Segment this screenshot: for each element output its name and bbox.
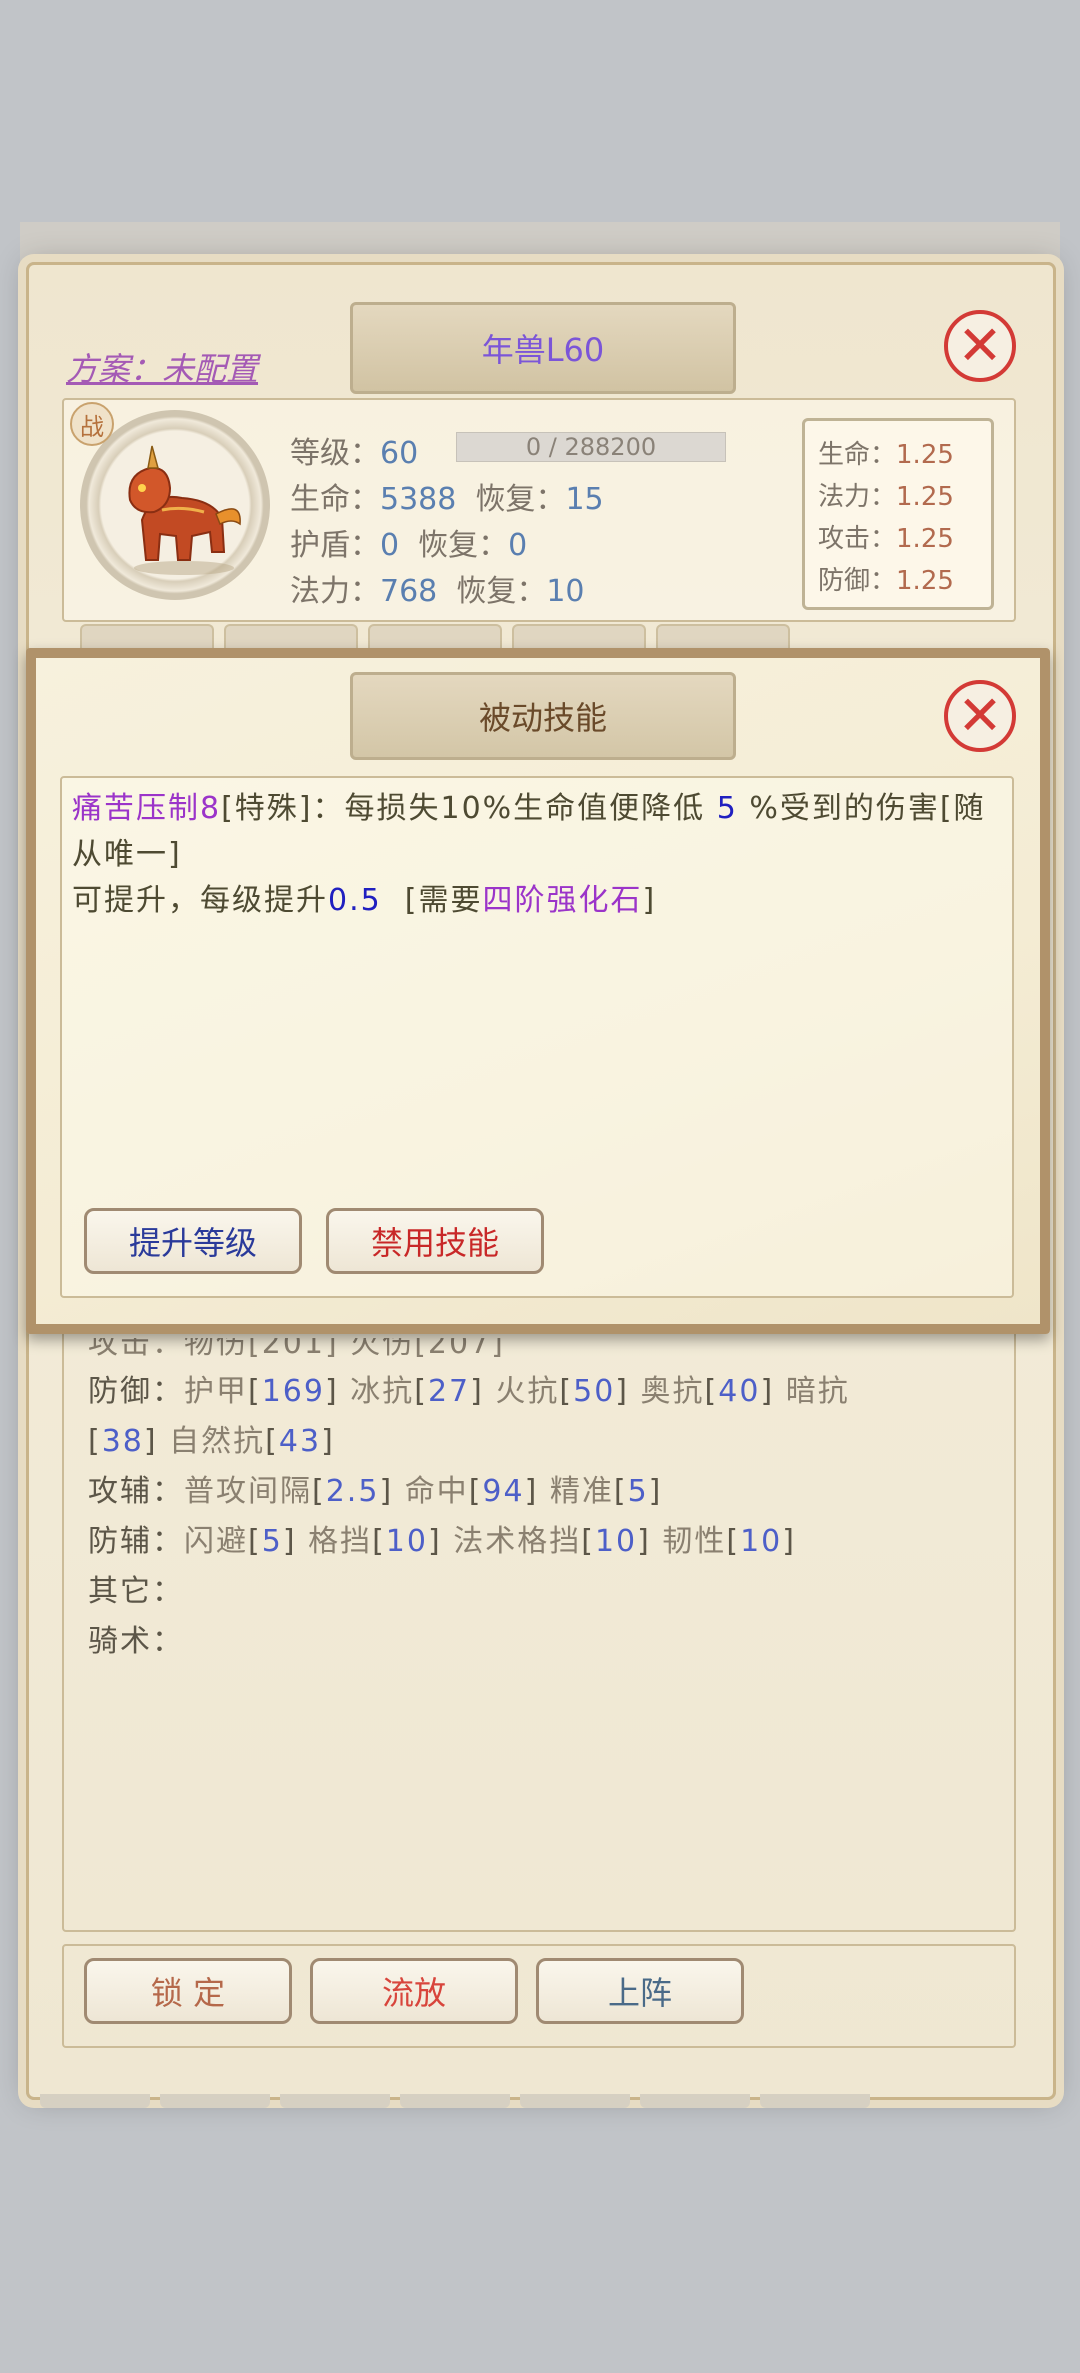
attr-key: 闪避 (184, 1524, 248, 1559)
requirement-prefix: [需要 (381, 883, 483, 918)
hp-value: 5388 (380, 482, 457, 517)
mp-label: 法力： (290, 574, 380, 609)
growth-row: 法力：1.25 (818, 476, 954, 513)
attr-value: 10 (594, 1524, 638, 1559)
attr-key: 护甲 (184, 1374, 248, 1409)
defense-aux-row: 防辅：闪避[5] 格挡[10] 法术格挡[10] 韧性[10] (88, 1524, 796, 1559)
offense-aux-row: 攻辅：普攻间隔[2.5] 命中[94] 精准[5] (88, 1474, 663, 1509)
growth-label: 攻击： (818, 524, 897, 554)
attr-key: 自然抗 (169, 1424, 266, 1459)
growth-value: 1.25 (896, 482, 954, 512)
offense-aux-label: 攻辅： (88, 1474, 184, 1509)
growth-label: 法力： (818, 482, 897, 512)
growth-label: 生命： (818, 440, 897, 470)
attr-value: 169 (261, 1374, 325, 1409)
defense-row: 防御：护甲[169] 冰抗[27] 火抗[50] 奥抗[40] 暗抗 (88, 1374, 850, 1409)
defense-label: 防御： (88, 1374, 184, 1409)
defense-aux-label: 防辅： (88, 1524, 184, 1559)
background-tab-ghost (160, 2094, 270, 2108)
attr-value: 10 (740, 1524, 783, 1559)
exile-button[interactable]: 流放 (310, 1958, 518, 2024)
mp-value: 768 (380, 574, 438, 609)
attr-value: 5 (627, 1474, 649, 1509)
attr-value: 94 (482, 1474, 525, 1509)
background-tab-ghost (40, 2094, 150, 2108)
shield-value: 0 (380, 528, 400, 563)
hp-label: 生命： (290, 482, 380, 517)
upgrade-value: 0.5 (328, 883, 382, 918)
riding-row: 骑术： (88, 1624, 184, 1659)
attr-key: 冰抗 (350, 1374, 415, 1409)
skill-number: 5 (716, 791, 738, 826)
close-icon[interactable]: ✕ (944, 310, 1016, 382)
growth-value: 1.25 (896, 566, 954, 596)
level-value: 60 (380, 436, 419, 471)
skill-description: 痛苦压制8[特殊]：每损失10%生命值便降低 5 %受到的伤害[随从唯一] 可提… (72, 786, 1002, 924)
requirement-item: 四阶强化石 (482, 883, 643, 918)
other-row: 其它： (88, 1574, 184, 1609)
shield-row: 护盾：0 恢复：0 (290, 520, 527, 564)
shield-label: 护盾： (290, 528, 380, 563)
growth-row: 攻击：1.25 (818, 518, 954, 555)
attr-key: 命中 (404, 1474, 469, 1509)
attr-value: 2.5 (325, 1474, 380, 1509)
attr-key: 奥抗 (640, 1374, 705, 1409)
popup-title: 被动技能 (350, 672, 736, 760)
growth-label: 防御： (818, 566, 897, 596)
background-tab-ghost (400, 2094, 510, 2108)
attr-key: 精准 (549, 1474, 614, 1509)
upgrade-skill-button[interactable]: 提升等级 (84, 1208, 302, 1274)
attr-value: 27 (427, 1374, 471, 1409)
pet-title: 年兽L60 (350, 302, 736, 394)
hp-regen-label: 恢复： (475, 482, 566, 517)
shield-regen-value: 0 (508, 528, 528, 563)
plan-config-link[interactable]: 方案：未配置 (66, 344, 258, 390)
lock-button[interactable]: 锁 定 (84, 1958, 292, 2024)
background-tab-ghost (640, 2094, 750, 2108)
skill-name: 痛苦压制8 (72, 791, 222, 826)
attr-key: 普攻间隔 (184, 1474, 312, 1509)
attr-key: 韧性 (662, 1524, 727, 1559)
growth-row: 防御：1.25 (818, 560, 954, 597)
disable-skill-button[interactable]: 禁用技能 (326, 1208, 544, 1274)
level-row: 等级：60 (290, 428, 418, 472)
attr-value: 50 (573, 1374, 616, 1409)
growth-value: 1.25 (896, 524, 954, 554)
growth-value: 1.25 (896, 440, 954, 470)
hp-regen-value: 15 (565, 482, 604, 517)
skill-desc-part1: [特殊]：每损失10%生命值便降低 (221, 791, 717, 826)
upgrade-prefix: 可提升，每级提升 (72, 883, 328, 918)
battle-badge: 战 (70, 402, 114, 446)
deploy-button[interactable]: 上阵 (536, 1958, 744, 2024)
mp-row: 法力：768 恢复：10 (290, 566, 585, 610)
attr-key: 火抗 (495, 1374, 560, 1409)
defense-row-continued: [38] 自然抗[43] (88, 1424, 335, 1459)
background-tab-ghost (520, 2094, 630, 2108)
hp-row: 生命：5388 恢复：15 (290, 474, 604, 518)
attr-value: 10 (385, 1524, 428, 1559)
level-label: 等级： (290, 436, 380, 471)
requirement-suffix: ] (642, 883, 657, 918)
mp-regen-label: 恢复： (456, 574, 547, 609)
background-tab-ghost (280, 2094, 390, 2108)
growth-row: 生命：1.25 (818, 434, 954, 471)
attr-key: 法术格挡 (453, 1524, 582, 1559)
nian-beast-icon (128, 445, 241, 575)
close-icon[interactable]: ✕ (944, 680, 1016, 752)
attr-value: 5 (261, 1524, 283, 1559)
xp-progress-bar: 0 / 288200 (456, 432, 726, 462)
attr-key: 暗抗 (785, 1374, 850, 1409)
attr-value: 40 (718, 1374, 761, 1409)
attr-value: 43 (278, 1424, 322, 1459)
shield-regen-label: 恢复： (418, 528, 509, 563)
mp-regen-value: 10 (546, 574, 585, 609)
attr-value: 38 (101, 1424, 144, 1459)
attr-key: 格挡 (308, 1524, 373, 1559)
background-tab-ghost (760, 2094, 870, 2108)
